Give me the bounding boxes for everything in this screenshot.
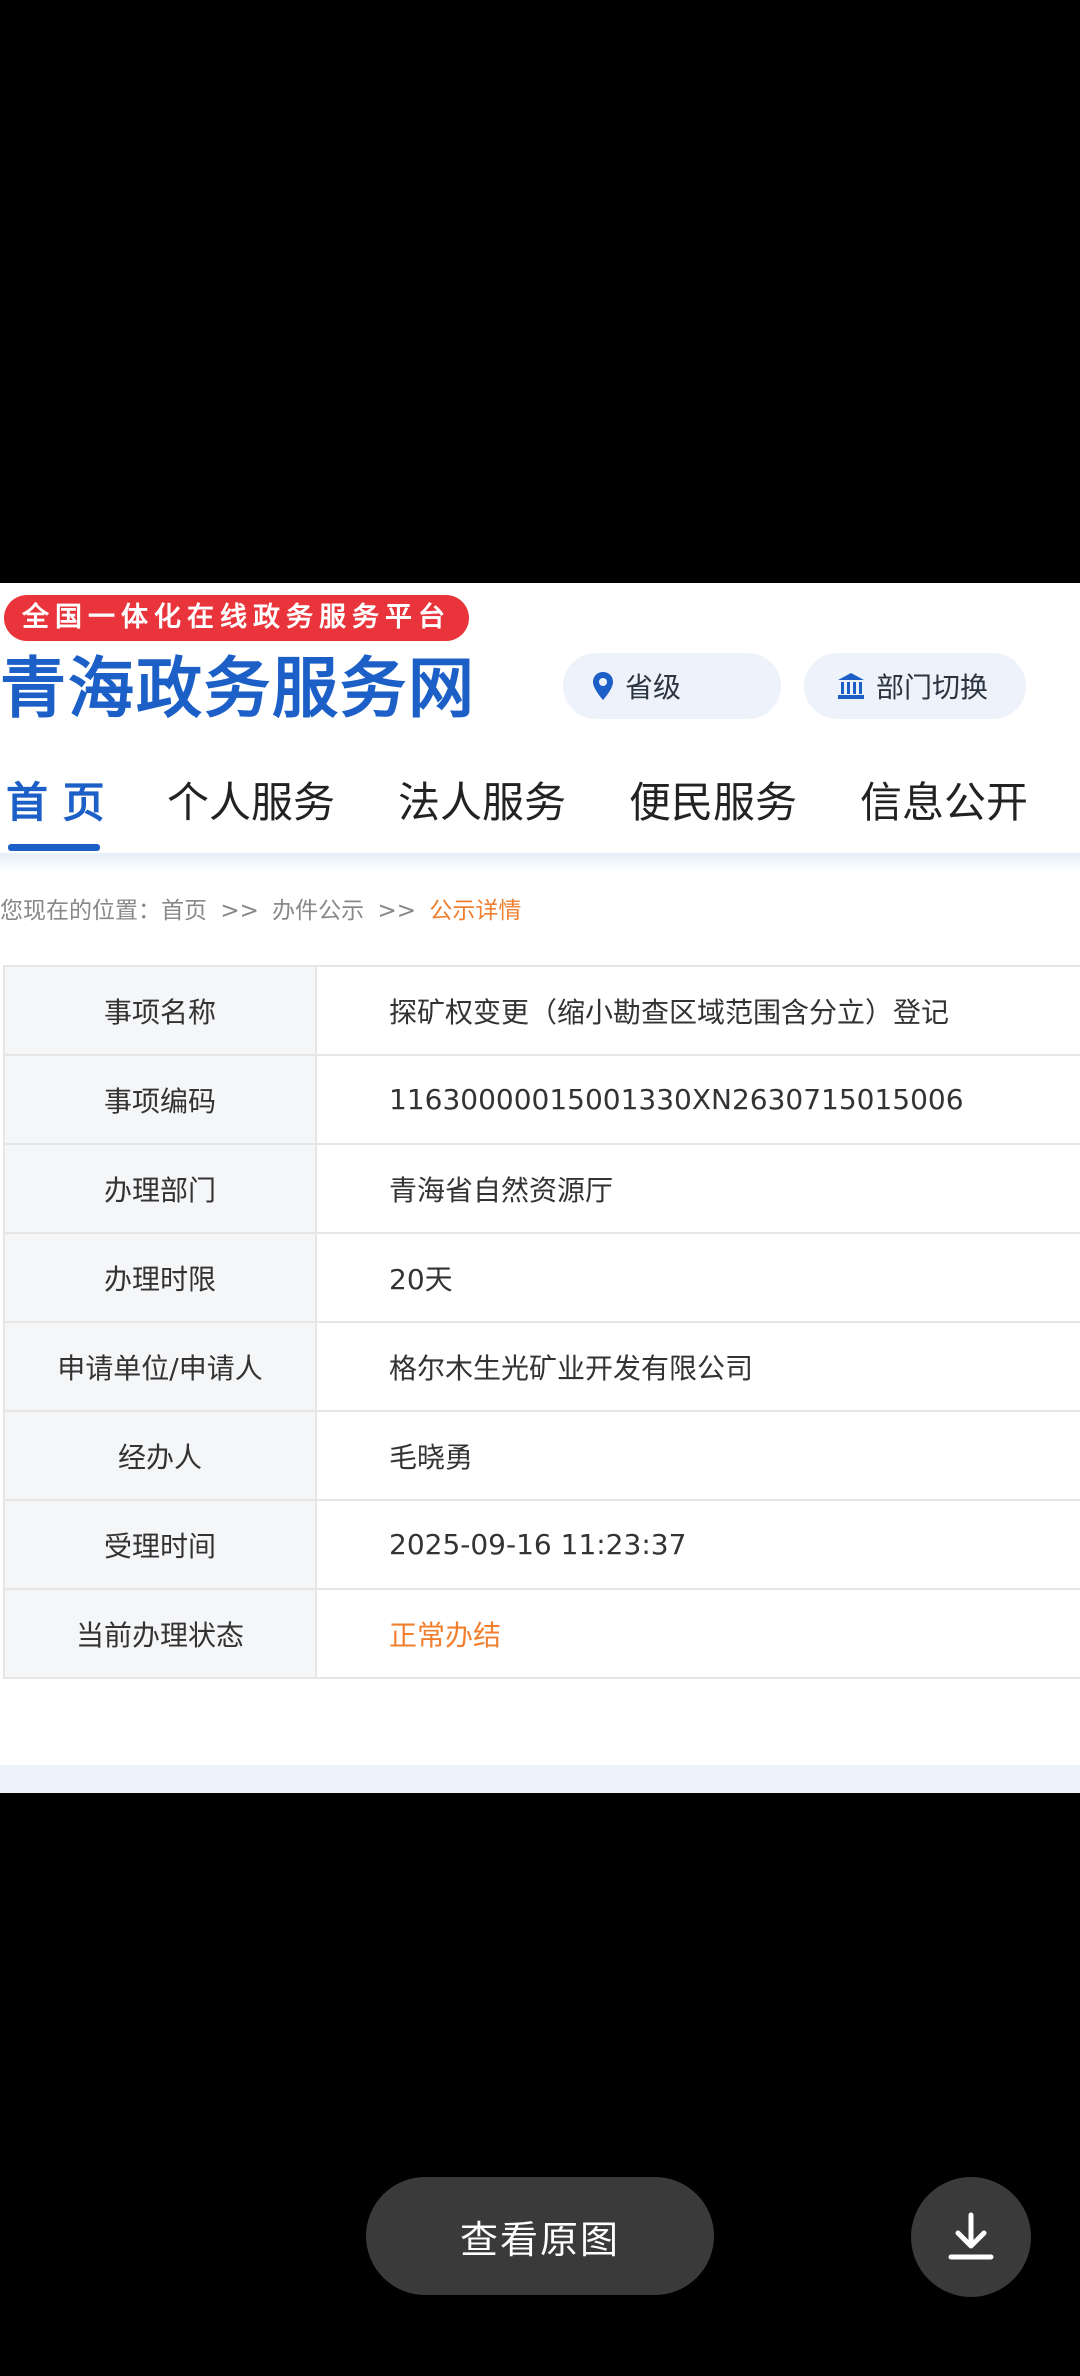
main-nav: 首 页 个人服务 法人服务 便民服务 信息公开 [0, 768, 1080, 838]
row-value: 20天 [389, 1262, 453, 1296]
row-value: 2025-09-16 11:23:37 [389, 1528, 687, 1561]
row-value: 毛晓勇 [389, 1440, 474, 1474]
view-original-button[interactable]: 查看原图 [366, 2177, 714, 2295]
status-value: 正常办结 [389, 1618, 502, 1652]
table-row: 事项编码 11630000015001330XN2630715015006 [3, 1056, 1080, 1145]
download-icon [948, 2212, 994, 2260]
breadcrumb-prefix: 您现在的位置： [0, 898, 161, 924]
details-table: 事项名称 探矿权变更（缩小勘查区域范围含分立）登记 事项编码 116300000… [3, 965, 1080, 1679]
row-label: 当前办理状态 [3, 1590, 317, 1677]
screenshot-content: 全国一体化在线政务服务平台 青海政务服务网 省级 部门切换 首 页 个人服务 法… [0, 583, 1080, 1793]
nav-divider [0, 853, 1080, 873]
row-value: 11630000015001330XN2630715015006 [389, 1083, 964, 1116]
nav-active-indicator [8, 844, 100, 851]
nav-convenience-services[interactable]: 便民服务 [629, 768, 797, 838]
breadcrumb-home[interactable]: 首页 [161, 898, 207, 924]
row-label: 事项名称 [3, 967, 317, 1054]
row-label: 办理时限 [3, 1234, 317, 1321]
table-row: 办理部门 青海省自然资源厅 [3, 1145, 1080, 1234]
table-row: 当前办理状态 正常办结 [3, 1590, 1080, 1679]
row-value: 格尔木生光矿业开发有限公司 [389, 1351, 754, 1385]
platform-badge: 全国一体化在线政务服务平台 [4, 595, 469, 641]
table-row: 事项名称 探矿权变更（缩小勘查区域范围含分立）登记 [3, 967, 1080, 1056]
row-label: 经办人 [3, 1412, 317, 1499]
breadcrumb: 您现在的位置：首页 >> 办件公示 >> 公示详情 [0, 891, 521, 925]
row-label: 事项编码 [3, 1056, 317, 1143]
building-icon [838, 673, 864, 699]
table-row: 经办人 毛晓勇 [3, 1412, 1080, 1501]
region-label: 省级 [625, 671, 682, 704]
row-value: 探矿权变更（缩小勘查区域范围含分立）登记 [389, 995, 950, 1029]
site-title[interactable]: 青海政务服务网 [0, 649, 476, 729]
breadcrumb-separator: >> [377, 898, 417, 924]
row-label: 申请单位/申请人 [3, 1323, 317, 1410]
region-selector[interactable]: 省级 [563, 653, 781, 719]
table-row: 办理时限 20天 [3, 1234, 1080, 1323]
row-label: 办理部门 [3, 1145, 317, 1232]
nav-legal-entity-services[interactable]: 法人服务 [398, 768, 566, 838]
image-viewer: 全国一体化在线政务服务平台 青海政务服务网 省级 部门切换 首 页 个人服务 法… [0, 0, 1080, 2376]
breadcrumb-section[interactable]: 办件公示 [272, 898, 364, 924]
nav-home[interactable]: 首 页 [6, 768, 105, 838]
download-button[interactable] [911, 2177, 1031, 2297]
row-value: 青海省自然资源厅 [389, 1173, 614, 1207]
nav-info-disclosure[interactable]: 信息公开 [860, 768, 1028, 838]
nav-personal-services[interactable]: 个人服务 [167, 768, 335, 838]
table-row: 受理时间 2025-09-16 11:23:37 [3, 1501, 1080, 1590]
dept-switch-button[interactable]: 部门切换 [804, 653, 1026, 719]
table-row: 申请单位/申请人 格尔木生光矿业开发有限公司 [3, 1323, 1080, 1412]
row-label: 受理时间 [3, 1501, 317, 1588]
footer-band [0, 1765, 1080, 1793]
breadcrumb-separator: >> [220, 898, 259, 924]
dept-switch-label: 部门切换 [876, 671, 989, 704]
breadcrumb-current: 公示详情 [429, 898, 522, 924]
location-pin-icon [593, 672, 613, 700]
